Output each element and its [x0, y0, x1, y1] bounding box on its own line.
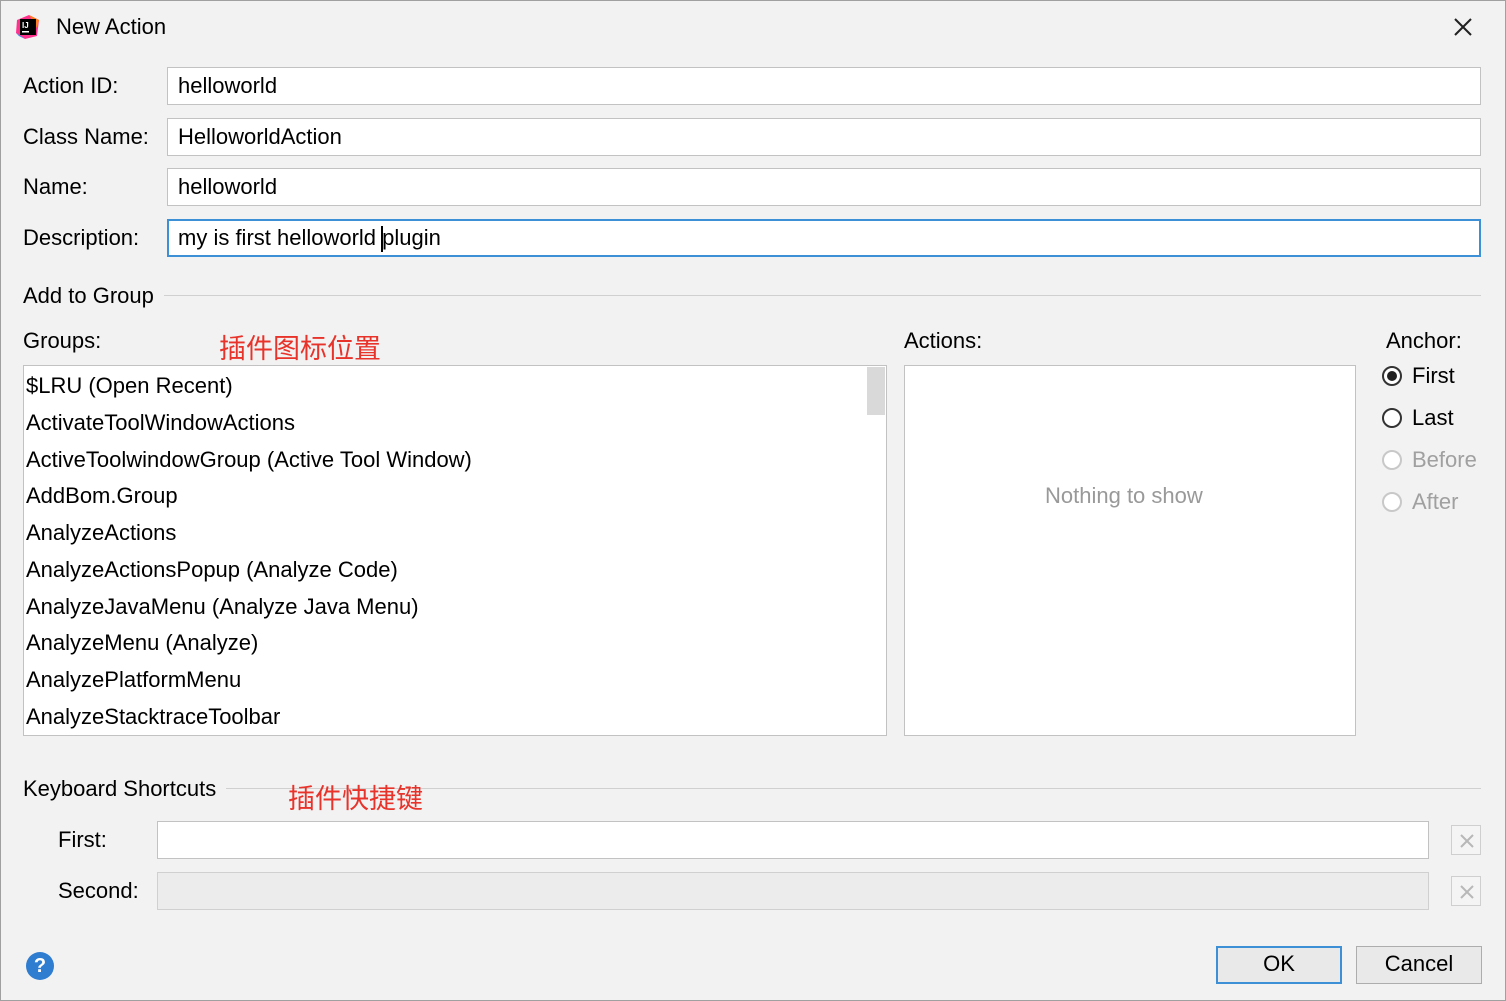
- anchor-first-radio[interactable]: [1382, 366, 1402, 386]
- list-item[interactable]: AnalyzePlatformMenu: [26, 661, 241, 698]
- list-item[interactable]: AnalyzeStacktraceToolbar: [26, 698, 280, 735]
- list-item[interactable]: AddBom.Group: [26, 477, 178, 514]
- groups-label: Groups:: [23, 328, 102, 353]
- anchor-before-radio: [1382, 450, 1402, 470]
- cancel-button[interactable]: Cancel: [1356, 946, 1482, 984]
- list-item[interactable]: AnalyzeMenu (Analyze): [26, 624, 258, 661]
- first-shortcut-field[interactable]: [157, 821, 1429, 859]
- list-item[interactable]: $LRU (Open Recent): [26, 367, 233, 404]
- class-name-field[interactable]: HelloworldAction: [167, 118, 1481, 156]
- clear-second-shortcut-button: [1451, 876, 1481, 906]
- dialog-title: New Action: [56, 14, 167, 39]
- anchor-label: Anchor:: [1386, 328, 1462, 353]
- clear-icon: [1460, 834, 1474, 848]
- keyboard-shortcuts-separator: [23, 788, 1481, 789]
- description-text-after-caret: plugin: [382, 225, 441, 250]
- list-item[interactable]: AnalyzeActionsPopup (Analyze Code): [26, 551, 398, 588]
- add-to-group-separator: [23, 295, 1481, 296]
- keyboard-shortcuts-annotation: 插件快捷键: [288, 784, 423, 815]
- clear-first-shortcut-button[interactable]: [1451, 825, 1481, 855]
- clear-icon: [1460, 885, 1474, 899]
- anchor-last-radio[interactable]: [1382, 408, 1402, 428]
- name-label: Name:: [23, 174, 88, 199]
- groups-annotation: 插件图标位置: [219, 334, 381, 365]
- first-shortcut-label: First:: [58, 827, 107, 852]
- help-icon[interactable]: ?: [26, 952, 54, 980]
- groups-scrollbar-thumb[interactable]: [867, 367, 885, 415]
- actions-empty-text: Nothing to show: [1045, 483, 1203, 508]
- intellij-idea-icon: IJ: [16, 15, 39, 39]
- actions-label: Actions:: [904, 328, 983, 353]
- anchor-before-label: Before: [1412, 447, 1477, 472]
- list-item[interactable]: AnalyzeActions: [26, 514, 176, 551]
- action-id-field[interactable]: helloworld: [167, 67, 1481, 105]
- anchor-last-label[interactable]: Last: [1412, 405, 1454, 431]
- class-name-label: Class Name:: [23, 124, 149, 149]
- keyboard-shortcuts-title: Keyboard Shortcuts: [23, 776, 227, 802]
- actions-list[interactable]: Nothing to show: [904, 365, 1356, 736]
- groups-list[interactable]: $LRU (Open Recent) ActivateToolWindowAct…: [23, 365, 887, 736]
- description-text-before-caret: my is first helloworld: [178, 225, 383, 250]
- name-field[interactable]: helloworld: [167, 168, 1481, 206]
- second-shortcut-label: Second:: [58, 878, 139, 903]
- anchor-first-label[interactable]: First: [1412, 363, 1455, 389]
- add-to-group-title: Add to Group: [23, 283, 164, 309]
- description-label: Description:: [23, 225, 140, 250]
- list-item[interactable]: ActivateToolWindowActions: [26, 404, 295, 441]
- anchor-after-radio: [1382, 492, 1402, 512]
- anchor-after-label: After: [1412, 489, 1459, 514]
- new-action-dialog: IJ New Action Action ID: helloworld Clas…: [0, 0, 1506, 1001]
- close-icon[interactable]: [1449, 13, 1477, 41]
- list-item[interactable]: ActiveToolwindowGroup (Active Tool Windo…: [26, 441, 472, 478]
- ok-button[interactable]: OK: [1216, 946, 1342, 984]
- action-id-label: Action ID:: [23, 73, 119, 98]
- svg-text:IJ: IJ: [22, 21, 29, 30]
- list-item[interactable]: AnalyzeJavaMenu (Analyze Java Menu): [26, 588, 419, 625]
- title-bar: IJ New Action: [1, 1, 1505, 55]
- description-field[interactable]: my is first helloworld plugin: [167, 219, 1481, 257]
- second-shortcut-field: [157, 872, 1429, 910]
